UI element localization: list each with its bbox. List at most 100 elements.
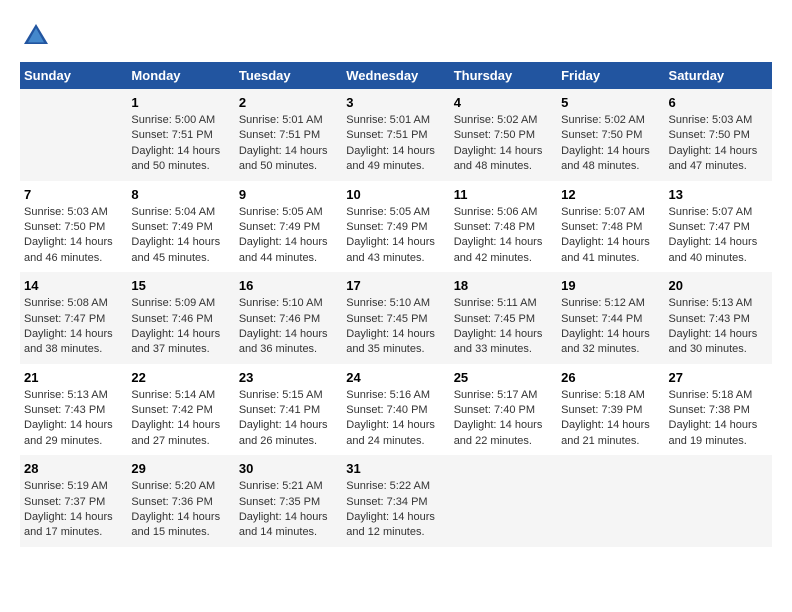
day-number: 20 [669,278,768,293]
header-cell-tuesday: Tuesday [235,62,342,89]
week-row-4: 21 Sunrise: 5:13 AM Sunset: 7:43 PM Dayli… [20,364,772,456]
calendar-cell: 25 Sunrise: 5:17 AM Sunset: 7:40 PM Dayli… [450,364,557,456]
calendar-cell: 6 Sunrise: 5:03 AM Sunset: 7:50 PM Daylig… [665,89,772,181]
day-info: Sunrise: 5:18 AM Sunset: 7:39 PM Dayligh… [561,388,660,450]
day-number: 3 [346,95,445,110]
day-number: 22 [131,370,230,385]
calendar-cell: 9Sunrise: 5:05 AM Sunset: 7:49 PM Daylig… [235,181,342,273]
calendar-cell: 2 Sunrise: 5:01 AM Sunset: 7:51 PM Daylig… [235,89,342,181]
header-cell-sunday: Sunday [20,62,127,89]
day-number: 21 [24,370,123,385]
week-row-5: 28 Sunrise: 5:19 AM Sunset: 7:37 PM Dayli… [20,455,772,547]
day-info: Sunrise: 5:03 AM Sunset: 7:50 PM Dayligh… [24,205,123,267]
day-info: Sunrise: 5:08 AM Sunset: 7:47 PM Dayligh… [24,296,123,358]
calendar-cell: 16Sunrise: 5:10 AM Sunset: 7:46 PM Dayli… [235,272,342,364]
calendar-cell: 12 Sunrise: 5:07 AM Sunset: 7:48 PM Dayli… [557,181,664,273]
day-info: Sunrise: 5:01 AM Sunset: 7:51 PM Dayligh… [239,113,338,175]
day-number: 24 [346,370,445,385]
calendar-cell: 14Sunrise: 5:08 AM Sunset: 7:47 PM Dayli… [20,272,127,364]
header-cell-saturday: Saturday [665,62,772,89]
calendar-cell: 4Sunrise: 5:02 AM Sunset: 7:50 PM Daylig… [450,89,557,181]
calendar-cell [20,89,127,181]
day-info: Sunrise: 5:18 AM Sunset: 7:38 PM Dayligh… [669,388,768,450]
day-info: Sunrise: 5:10 AM Sunset: 7:46 PM Dayligh… [239,296,338,358]
day-number: 15 [131,278,230,293]
day-number: 27 [669,370,768,385]
day-info: Sunrise: 5:15 AM Sunset: 7:41 PM Dayligh… [239,388,338,450]
calendar-table: SundayMondayTuesdayWednesdayThursdayFrid… [20,62,772,547]
day-number: 1 [131,95,230,110]
day-number: 29 [131,461,230,476]
calendar-cell: 18 Sunrise: 5:11 AM Sunset: 7:45 PM Dayli… [450,272,557,364]
calendar-cell: 5 Sunrise: 5:02 AM Sunset: 7:50 PM Daylig… [557,89,664,181]
day-number: 30 [239,461,338,476]
day-info: Sunrise: 5:00 AM Sunset: 7:51 PM Dayligh… [131,113,230,175]
header [20,20,772,52]
calendar-cell: 10Sunrise: 5:05 AM Sunset: 7:49 PM Dayli… [342,181,449,273]
calendar-cell: 24Sunrise: 5:16 AM Sunset: 7:40 PM Dayli… [342,364,449,456]
calendar-cell: 31 Sunrise: 5:22 AM Sunset: 7:34 PM Dayli… [342,455,449,547]
header-cell-thursday: Thursday [450,62,557,89]
day-info: Sunrise: 5:09 AM Sunset: 7:46 PM Dayligh… [131,296,230,358]
calendar-cell: 29Sunrise: 5:20 AM Sunset: 7:36 PM Dayli… [127,455,234,547]
day-info: Sunrise: 5:01 AM Sunset: 7:51 PM Dayligh… [346,113,445,175]
day-number: 23 [239,370,338,385]
header-cell-wednesday: Wednesday [342,62,449,89]
calendar-cell: 30 Sunrise: 5:21 AM Sunset: 7:35 PM Dayli… [235,455,342,547]
day-info: Sunrise: 5:21 AM Sunset: 7:35 PM Dayligh… [239,479,338,541]
calendar-cell: 21 Sunrise: 5:13 AM Sunset: 7:43 PM Dayli… [20,364,127,456]
day-info: Sunrise: 5:22 AM Sunset: 7:34 PM Dayligh… [346,479,445,541]
day-info: Sunrise: 5:13 AM Sunset: 7:43 PM Dayligh… [24,388,123,450]
day-number: 7 [24,187,123,202]
calendar-cell: 27 Sunrise: 5:18 AM Sunset: 7:38 PM Dayli… [665,364,772,456]
day-info: Sunrise: 5:12 AM Sunset: 7:44 PM Dayligh… [561,296,660,358]
calendar-cell: 7 Sunrise: 5:03 AM Sunset: 7:50 PM Daylig… [20,181,127,273]
calendar-body: 1 Sunrise: 5:00 AM Sunset: 7:51 PM Daylig… [20,89,772,547]
day-number: 11 [454,187,553,202]
day-info: Sunrise: 5:05 AM Sunset: 7:49 PM Dayligh… [346,205,445,267]
day-number: 28 [24,461,123,476]
week-row-3: 14Sunrise: 5:08 AM Sunset: 7:47 PM Dayli… [20,272,772,364]
calendar-cell: 17 Sunrise: 5:10 AM Sunset: 7:45 PM Dayli… [342,272,449,364]
day-number: 13 [669,187,768,202]
header-cell-friday: Friday [557,62,664,89]
day-number: 5 [561,95,660,110]
day-number: 12 [561,187,660,202]
calendar-cell: 22 Sunrise: 5:14 AM Sunset: 7:42 PM Dayli… [127,364,234,456]
calendar-cell: 13Sunrise: 5:07 AM Sunset: 7:47 PM Dayli… [665,181,772,273]
day-info: Sunrise: 5:02 AM Sunset: 7:50 PM Dayligh… [561,113,660,175]
day-info: Sunrise: 5:10 AM Sunset: 7:45 PM Dayligh… [346,296,445,358]
day-number: 25 [454,370,553,385]
calendar-cell: 23 Sunrise: 5:15 AM Sunset: 7:41 PM Dayli… [235,364,342,456]
calendar-cell: 26 Sunrise: 5:18 AM Sunset: 7:39 PM Dayli… [557,364,664,456]
calendar-cell: 11 Sunrise: 5:06 AM Sunset: 7:48 PM Dayli… [450,181,557,273]
day-number: 6 [669,95,768,110]
day-info: Sunrise: 5:19 AM Sunset: 7:37 PM Dayligh… [24,479,123,541]
day-info: Sunrise: 5:17 AM Sunset: 7:40 PM Dayligh… [454,388,553,450]
logo-icon [20,20,52,52]
calendar-cell: 28 Sunrise: 5:19 AM Sunset: 7:37 PM Dayli… [20,455,127,547]
day-info: Sunrise: 5:11 AM Sunset: 7:45 PM Dayligh… [454,296,553,358]
header-cell-monday: Monday [127,62,234,89]
calendar-cell: 19Sunrise: 5:12 AM Sunset: 7:44 PM Dayli… [557,272,664,364]
calendar-cell [665,455,772,547]
calendar-cell: 3 Sunrise: 5:01 AM Sunset: 7:51 PM Daylig… [342,89,449,181]
day-info: Sunrise: 5:07 AM Sunset: 7:48 PM Dayligh… [561,205,660,267]
day-number: 18 [454,278,553,293]
header-row: SundayMondayTuesdayWednesdayThursdayFrid… [20,62,772,89]
day-number: 26 [561,370,660,385]
day-info: Sunrise: 5:06 AM Sunset: 7:48 PM Dayligh… [454,205,553,267]
day-number: 2 [239,95,338,110]
week-row-2: 7 Sunrise: 5:03 AM Sunset: 7:50 PM Daylig… [20,181,772,273]
day-number: 9 [239,187,338,202]
day-number: 4 [454,95,553,110]
calendar-cell: 1 Sunrise: 5:00 AM Sunset: 7:51 PM Daylig… [127,89,234,181]
day-info: Sunrise: 5:14 AM Sunset: 7:42 PM Dayligh… [131,388,230,450]
calendar-cell: 20 Sunrise: 5:13 AM Sunset: 7:43 PM Dayli… [665,272,772,364]
day-info: Sunrise: 5:13 AM Sunset: 7:43 PM Dayligh… [669,296,768,358]
day-info: Sunrise: 5:03 AM Sunset: 7:50 PM Dayligh… [669,113,768,175]
day-number: 31 [346,461,445,476]
calendar-cell [450,455,557,547]
day-number: 17 [346,278,445,293]
calendar-header: SundayMondayTuesdayWednesdayThursdayFrid… [20,62,772,89]
